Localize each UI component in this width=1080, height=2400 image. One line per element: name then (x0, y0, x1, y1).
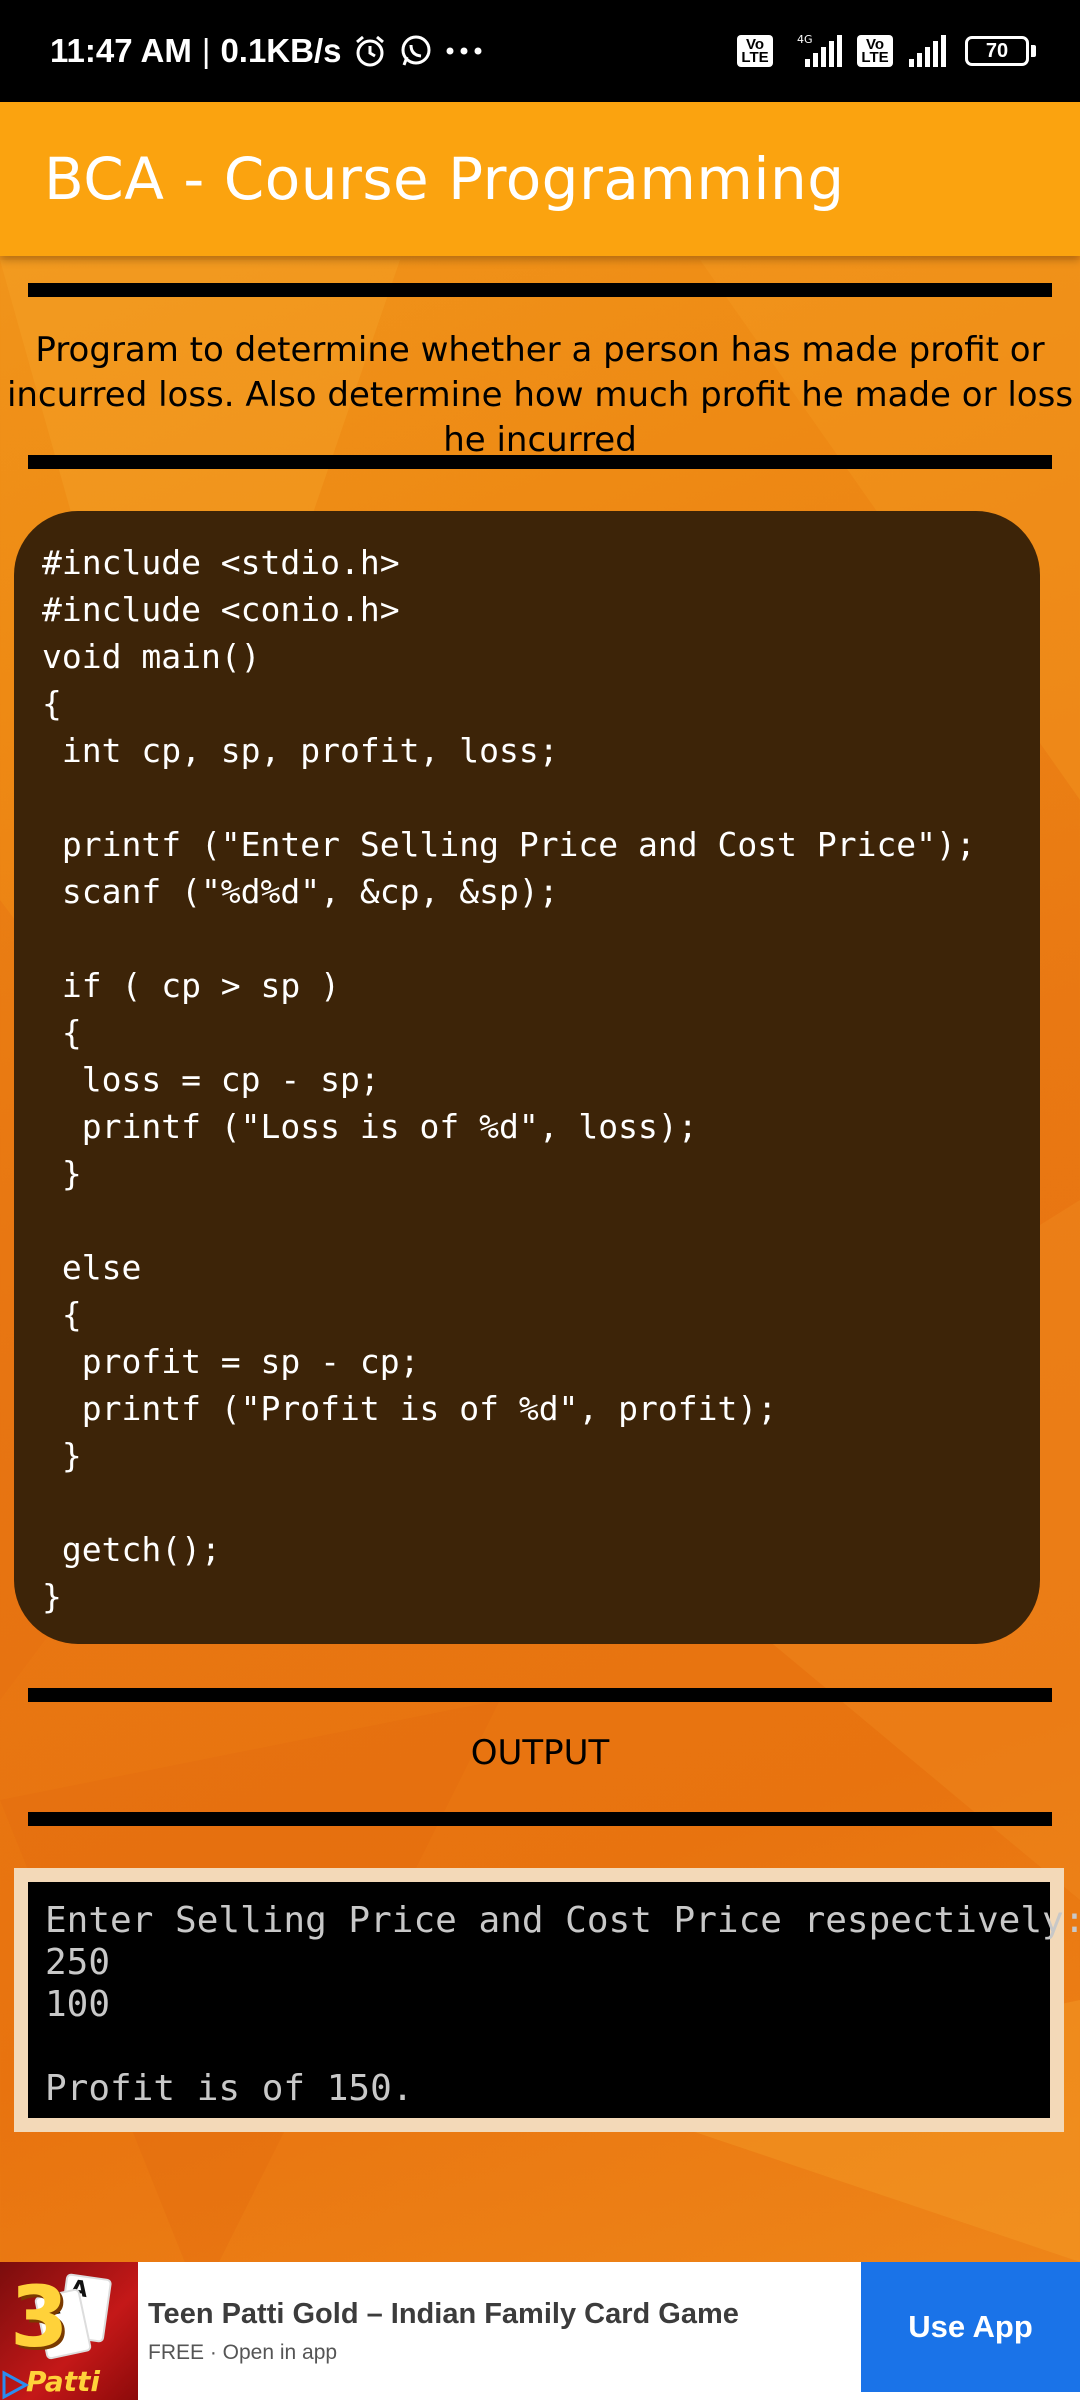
volte-icon-2: Vo LTE (857, 35, 893, 67)
console-line: Profit is of 150. (45, 2068, 414, 2109)
status-left: 11:47 AM | 0.1KB/s (50, 32, 484, 70)
output-console: Enter Selling Price and Cost Price respe… (28, 1882, 1080, 2118)
code-line: getch(); (42, 1530, 221, 1569)
status-time: 11:47 AM (50, 32, 192, 69)
play-store-icon (2, 2370, 30, 2400)
ad-subtitle: FREE · Open in app (148, 2340, 338, 2364)
code-line: #include <stdio.h> (42, 543, 400, 582)
alarm-icon (352, 33, 388, 69)
output-console-frame: Enter Selling Price and Cost Price respe… (14, 1868, 1080, 2132)
divider-description (28, 455, 1052, 469)
svg-text:4G: 4G (797, 33, 813, 46)
output-heading: OUTPUT (470, 1733, 610, 1773)
battery-tip (1031, 45, 1036, 57)
code-block: #include <stdio.h> #include <conio.h> vo… (14, 511, 1040, 1644)
volte-icon: Vo LTE (737, 35, 773, 67)
divider-top (28, 283, 1052, 297)
code-line: printf ("Enter Selling Price and Cost Pr… (42, 825, 976, 864)
code-line: scanf ("%d%d", &cp, &sp); (42, 872, 559, 911)
app-bar: BCA - Course Programming (0, 102, 1080, 256)
ad-banner[interactable]: A A 3 Patti Teen Patti Gold – Indian Fam… (0, 2262, 1080, 2400)
more-dots-icon (444, 45, 484, 57)
console-line: Enter Selling Price and Cost Price respe… (45, 1900, 1080, 1941)
program-description: Program to determine whether a person ha… (6, 330, 1074, 460)
logo-word: Patti (26, 2365, 100, 2398)
status-right: Vo LTE 4G Vo LTE 70 (737, 33, 1036, 69)
code-line: #include <conio.h> (42, 590, 400, 629)
battery-level: 70 (965, 36, 1029, 66)
ad-app-logo[interactable]: A A 3 Patti (0, 2262, 138, 2400)
ad-title: Teen Patti Gold – Indian Family Card Gam… (148, 2297, 739, 2330)
code-line: } (42, 1154, 82, 1193)
code-line: profit = sp - cp; (42, 1342, 420, 1381)
signal-icon: 4G (787, 33, 843, 69)
code-line: } (42, 1436, 82, 1475)
code-line: else (42, 1248, 142, 1287)
code-line: } (42, 1577, 62, 1616)
code-line: printf ("Loss is of %d", loss); (42, 1107, 698, 1146)
code-line: { (42, 1295, 82, 1334)
code-line: if ( cp > sp ) (42, 966, 341, 1005)
signal-icon-2 (907, 33, 951, 69)
ad-text[interactable]: Teen Patti Gold – Indian Family Card Gam… (138, 2298, 861, 2365)
code-line: { (42, 1013, 82, 1052)
code-line: loss = cp - sp; (42, 1060, 380, 1099)
console-line: 250 (45, 1942, 111, 1983)
status-bar: 11:47 AM | 0.1KB/s Vo LTE 4G Vo LTE 70 (0, 0, 1080, 102)
code-line: { (42, 684, 62, 723)
logo-number: 3 (10, 2268, 69, 2366)
divider-output-bottom (28, 1812, 1052, 1826)
console-line: 100 (45, 1984, 111, 2025)
code-line: printf ("Profit is of %d", profit); (42, 1389, 778, 1428)
code-line: int cp, sp, profit, loss; (42, 731, 559, 770)
whatsapp-icon (398, 33, 434, 69)
battery-icon: 70 (965, 36, 1036, 66)
status-data-speed: 0.1KB/s (220, 32, 342, 69)
divider-output-top (28, 1688, 1052, 1702)
status-separator: | (201, 32, 211, 69)
code-line: void main() (42, 637, 261, 676)
use-app-button[interactable]: Use App (861, 2262, 1080, 2392)
app-title: BCA - Course Programming (44, 145, 845, 213)
